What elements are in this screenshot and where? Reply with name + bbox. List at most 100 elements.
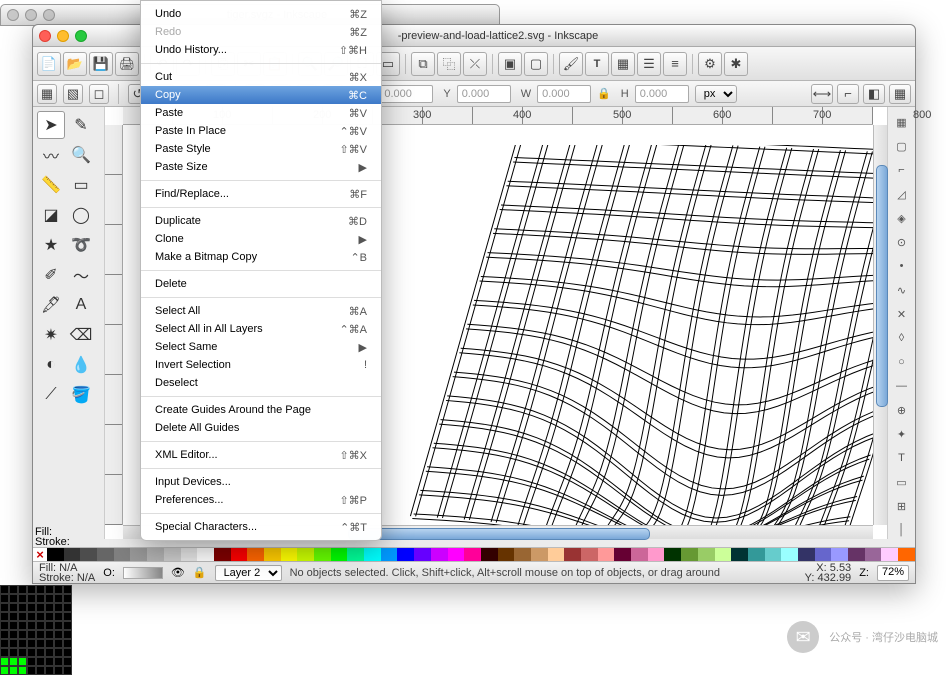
snap-node[interactable]: • xyxy=(892,257,912,275)
swatch[interactable] xyxy=(548,548,565,561)
affect-stroke-button[interactable]: ⟷ xyxy=(811,84,833,104)
swatch[interactable] xyxy=(247,548,264,561)
swatch[interactable] xyxy=(614,548,631,561)
swatch[interactable] xyxy=(130,548,147,561)
paintbucket-tool[interactable]: 🪣 xyxy=(67,381,95,409)
swatch[interactable] xyxy=(748,548,765,561)
prefs-button[interactable]: ⚙ xyxy=(698,52,722,76)
swatch[interactable] xyxy=(848,548,865,561)
open-button[interactable]: 📂 xyxy=(63,52,87,76)
swatch[interactable] xyxy=(781,548,798,561)
align-button[interactable]: ≡ xyxy=(663,52,687,76)
swatch[interactable] xyxy=(865,548,882,561)
swatch[interactable] xyxy=(47,548,64,561)
swatch[interactable] xyxy=(881,548,898,561)
fill-stroke-button[interactable]: 🖌 xyxy=(559,52,583,76)
swatch[interactable] xyxy=(815,548,832,561)
select-same-button[interactable]: ▧ xyxy=(63,84,83,104)
swatch[interactable] xyxy=(798,548,815,561)
swatch[interactable] xyxy=(64,548,81,561)
no-fill-swatch[interactable]: × xyxy=(33,548,47,561)
menu-item-create-guides-around-the-page[interactable]: Create Guides Around the Page xyxy=(141,401,381,419)
ruler-vertical[interactable] xyxy=(105,125,123,525)
node-tool[interactable]: ✎ xyxy=(67,111,95,139)
text-tool[interactable]: A xyxy=(67,291,95,319)
menu-item-paste-in-place[interactable]: Paste In Place⌃⌘V xyxy=(141,122,381,140)
edit-menu[interactable]: Undo⌘ZRedo⌘ZUndo History...⇧⌘HCut⌘XCopy⌘… xyxy=(140,0,382,541)
snap-rotation-center[interactable]: ✦ xyxy=(892,425,912,443)
swatch[interactable] xyxy=(664,548,681,561)
tweak-tool[interactable]: 〰 xyxy=(37,141,65,169)
star-tool[interactable]: ★ xyxy=(37,231,65,259)
swatch[interactable] xyxy=(648,548,665,561)
layer-visibility-icon[interactable]: 👁 xyxy=(171,566,185,579)
swatch[interactable] xyxy=(214,548,231,561)
color-palette[interactable]: × xyxy=(33,547,915,561)
swatch[interactable] xyxy=(114,548,131,561)
selector-tool[interactable]: ➤ xyxy=(37,111,65,139)
menu-item-deselect[interactable]: Deselect xyxy=(141,374,381,392)
h-input[interactable] xyxy=(635,85,689,103)
pencil-tool[interactable]: ✐ xyxy=(37,261,65,289)
gradient-tool[interactable]: ◐ xyxy=(37,351,65,379)
menu-item-paste[interactable]: Paste⌘V xyxy=(141,104,381,122)
bezier-tool[interactable]: 〜 xyxy=(67,261,95,289)
xml-button[interactable]: ▦ xyxy=(611,52,635,76)
eraser-tool[interactable]: ⌫ xyxy=(67,321,95,349)
swatch[interactable] xyxy=(97,548,114,561)
snap-path[interactable]: ∿ xyxy=(892,281,912,299)
snap-center[interactable]: ⊙ xyxy=(892,233,912,251)
measure-tool[interactable]: 📏 xyxy=(37,171,65,199)
affect-pattern-button[interactable]: ▦ xyxy=(889,84,911,104)
3dbox-tool[interactable]: ◪ xyxy=(37,201,65,229)
affect-gradient-button[interactable]: ◧ xyxy=(863,84,885,104)
snap-corner[interactable]: ◿ xyxy=(892,185,912,203)
ungroup-button[interactable]: ▢ xyxy=(524,52,548,76)
swatch[interactable] xyxy=(698,548,715,561)
swatch[interactable] xyxy=(531,548,548,561)
rect-tool[interactable]: ▭ xyxy=(67,171,95,199)
swatch[interactable] xyxy=(164,548,181,561)
swatch[interactable] xyxy=(347,548,364,561)
swatch[interactable] xyxy=(898,548,915,561)
swatch[interactable] xyxy=(431,548,448,561)
spiral-tool[interactable]: ➰ xyxy=(67,231,95,259)
swatch[interactable] xyxy=(314,548,331,561)
swatch[interactable] xyxy=(464,548,481,561)
x-input[interactable] xyxy=(379,85,433,103)
swatch[interactable] xyxy=(364,548,381,561)
swatch[interactable] xyxy=(331,548,348,561)
menu-item-input-devices-[interactable]: Input Devices... xyxy=(141,473,381,491)
swatch[interactable] xyxy=(731,548,748,561)
menu-item-paste-style[interactable]: Paste Style⇧⌘V xyxy=(141,140,381,158)
connector-tool[interactable]: ⟋ xyxy=(37,381,65,409)
snap-grid[interactable]: ⊞ xyxy=(892,497,912,515)
snap-text-baseline[interactable]: T xyxy=(892,449,912,467)
menu-item-duplicate[interactable]: Duplicate⌘D xyxy=(141,212,381,230)
snap-guide[interactable]: │ xyxy=(892,521,912,539)
layer-lock-icon[interactable]: 🔒 xyxy=(193,566,207,579)
snap-intersection[interactable]: ✕ xyxy=(892,305,912,323)
zoom-tool[interactable]: 🔍 xyxy=(67,141,95,169)
snap-midpoint[interactable]: ◈ xyxy=(892,209,912,227)
menu-item-invert-selection[interactable]: Invert Selection! xyxy=(141,356,381,374)
snap-line-midpoint[interactable]: ― xyxy=(892,377,912,395)
menu-item-delete[interactable]: Delete xyxy=(141,275,381,293)
menu-item-select-all[interactable]: Select All⌘A xyxy=(141,302,381,320)
menu-item-undo-history-[interactable]: Undo History...⇧⌘H xyxy=(141,41,381,59)
swatch[interactable] xyxy=(281,548,298,561)
deselect-button[interactable]: ◻ xyxy=(89,84,109,104)
menu-item-make-a-bitmap-copy[interactable]: Make a Bitmap Copy⌃B xyxy=(141,248,381,266)
swatch[interactable] xyxy=(80,548,97,561)
swatch[interactable] xyxy=(514,548,531,561)
opacity-slider[interactable] xyxy=(123,567,163,579)
snap-object-center[interactable]: ⊕ xyxy=(892,401,912,419)
menu-item-copy[interactable]: Copy⌘C xyxy=(141,86,381,104)
snap-page-border[interactable]: ▭ xyxy=(892,473,912,491)
select-all-layers-button[interactable]: ▦ xyxy=(37,84,57,104)
ellipse-tool[interactable]: ◯ xyxy=(67,201,95,229)
swatch[interactable] xyxy=(414,548,431,561)
swatch[interactable] xyxy=(481,548,498,561)
menu-item-xml-editor-[interactable]: XML Editor...⇧⌘X xyxy=(141,446,381,464)
scrollbar-vertical[interactable] xyxy=(873,125,887,525)
